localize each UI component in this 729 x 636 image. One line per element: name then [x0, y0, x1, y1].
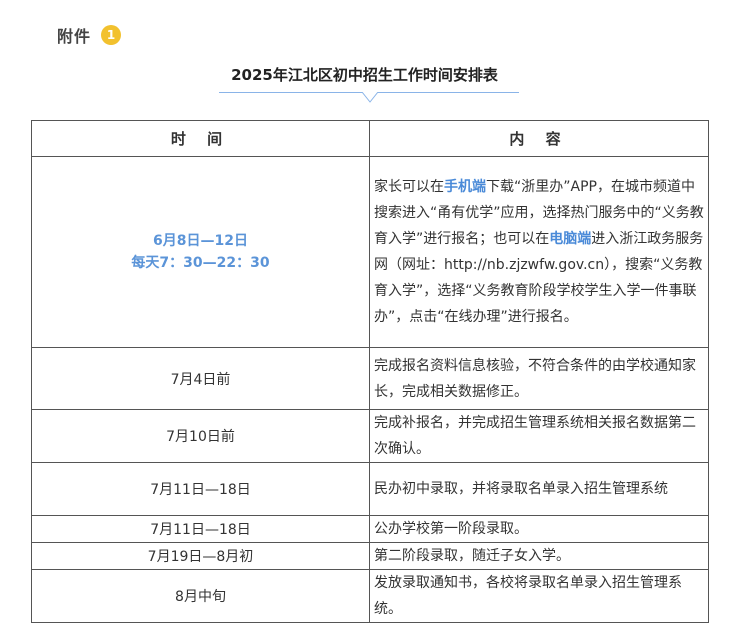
row-time: 6月8日—12日 每天7：30—22：30	[31, 156, 370, 348]
table-row: 7月11日—18日 民办初中录取，并将录取名单录入招生管理系统	[31, 462, 709, 516]
row-content: 家长可以在手机端下载“浙里办”APP，在城市频道中搜索进入“甬有优学”应用，选择…	[369, 156, 709, 348]
row-content: 公办学校第一阶段录取。	[369, 515, 709, 543]
row-time: 7月19日—8月初	[31, 542, 370, 570]
highlight-mobile: 手机端	[444, 179, 486, 195]
highlight-pc: 电脑端	[549, 231, 592, 247]
table-row: 7月19日—8月初 第二阶段录取，随迁子女入学。	[31, 542, 709, 570]
attachment-label: 附件	[57, 27, 92, 46]
table-row: 7月10日前 完成补报名，并完成招生管理系统相关报名数据第二次确认。	[31, 409, 709, 463]
row-content: 民办初中录取，并将录取名单录入招生管理系统	[369, 462, 709, 516]
table-row: 8月中旬 发放录取通知书，各校将录取名单录入招生管理系统。	[31, 569, 709, 623]
row-time: 7月10日前	[31, 409, 370, 463]
row-time: 7月11日—18日	[31, 515, 370, 543]
title-pointer-icon	[362, 92, 378, 103]
row-content: 发放录取通知书，各校将录取名单录入招生管理系统。	[369, 569, 709, 623]
row-content: 第二阶段录取，随迁子女入学。	[369, 542, 709, 570]
table-row: 7月4日前 完成报名资料信息核验，不符合条件的由学校通知家长，完成相关数据修正。	[31, 347, 709, 410]
table-row: 7月11日—18日 公办学校第一阶段录取。	[31, 515, 709, 543]
row-time: 8月中旬	[31, 569, 370, 623]
row-content: 完成报名资料信息核验，不符合条件的由学校通知家长，完成相关数据修正。	[369, 347, 709, 410]
attachment-number-badge: 1	[101, 25, 122, 45]
page-title: 2025年江北区初中招生工作时间安排表	[231, 66, 498, 84]
row-content: 完成补报名，并完成招生管理系统相关报名数据第二次确认。	[369, 409, 709, 463]
time-line-hours: 每天7：30—22：30	[131, 255, 270, 271]
content-text: 家长可以在	[374, 179, 444, 195]
row-time: 7月4日前	[31, 347, 370, 410]
header-content: 内 容	[369, 120, 709, 157]
header-time: 时 间	[31, 120, 370, 157]
table-row: 6月8日—12日 每天7：30—22：30 家长可以在手机端下载“浙里办”APP…	[31, 156, 709, 348]
time-line-date: 6月8日—12日	[153, 233, 248, 249]
table-header-row: 时 间 内 容	[31, 120, 709, 157]
schedule-table: 时 间 内 容 6月8日—12日 每天7：30—22：30 家长可以在手机端下载…	[31, 120, 709, 623]
row-time: 7月11日—18日	[31, 462, 370, 516]
attachment-header: 附件 1	[57, 24, 122, 46]
